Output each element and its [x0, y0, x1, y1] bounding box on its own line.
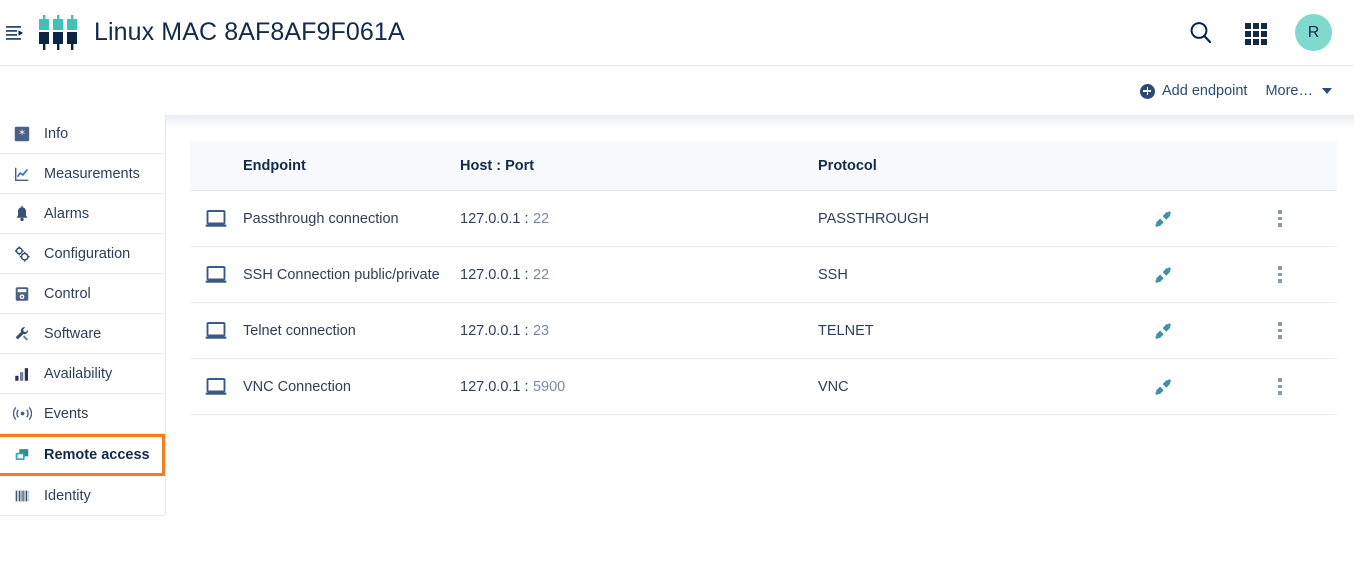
table-header-row: Endpoint Host : Port Protocol	[190, 141, 1337, 191]
more-button[interactable]: More…	[1265, 83, 1332, 99]
laptop-icon	[205, 209, 227, 228]
endpoint-name: Telnet connection	[243, 322, 356, 339]
gears-icon	[12, 244, 32, 264]
port-value: 22	[532, 266, 550, 283]
table-row[interactable]: Telnet connection 127.0.0.1 : 23 TELNET	[190, 303, 1337, 359]
remote-screens-icon	[12, 445, 32, 465]
remote-access-page: Linux MAC 8AF8AF9F061A R Add endpoint Mo…	[0, 0, 1354, 563]
plug-connect-icon[interactable]	[1152, 208, 1174, 230]
sidebar-item-control[interactable]: Control	[0, 274, 165, 314]
port-value: 23	[532, 322, 550, 339]
more-label: More…	[1265, 83, 1313, 99]
info-asterisk-icon: *	[12, 124, 32, 144]
endpoints-table: Endpoint Host : Port Protocol Passthroug…	[190, 141, 1337, 415]
apps-grid-icon[interactable]	[1241, 19, 1269, 47]
endpoint-name: Passthrough connection	[243, 210, 399, 227]
sidebar: * Info Measurements Alarms Configuration…	[0, 114, 166, 516]
sidebar-item-label: Events	[44, 405, 89, 422]
sidebar-item-label: Control	[44, 285, 91, 302]
bar-chart-icon	[12, 364, 32, 384]
sidebar-item-identity[interactable]: Identity	[0, 476, 165, 516]
sidebar-item-events[interactable]: Events	[0, 394, 165, 434]
port-value: 5900	[532, 378, 566, 395]
sidebar-item-measurements[interactable]: Measurements	[0, 154, 165, 194]
column-header-host-port: Host : Port	[460, 157, 535, 174]
host-value: 127.0.0.1 :	[460, 322, 529, 339]
sidebar-item-remote-access[interactable]: Remote access	[0, 434, 165, 476]
laptop-icon	[205, 265, 227, 284]
host-value: 127.0.0.1 :	[460, 210, 529, 227]
sidebar-item-label: Availability	[44, 365, 113, 382]
kebab-menu-icon[interactable]	[1274, 318, 1286, 343]
laptop-icon	[205, 321, 227, 340]
protocol-value: PASSTHROUGH	[818, 210, 929, 227]
column-header-protocol: Protocol	[818, 157, 877, 174]
barcode-icon	[12, 486, 32, 506]
port-value: 22	[532, 210, 550, 227]
plug-connect-icon[interactable]	[1152, 320, 1174, 342]
add-endpoint-label: Add endpoint	[1161, 83, 1248, 99]
sidebar-item-configuration[interactable]: Configuration	[0, 234, 165, 274]
chevron-down-icon	[1322, 88, 1332, 94]
plug-connect-icon[interactable]	[1152, 376, 1174, 398]
avatar-initial: R	[1307, 23, 1320, 41]
app-header: Linux MAC 8AF8AF9F061A R	[0, 0, 1354, 66]
server-rack-logo	[36, 13, 80, 53]
sidebar-item-alarms[interactable]: Alarms	[0, 194, 165, 234]
host-value: 127.0.0.1 :	[460, 378, 529, 395]
bell-icon	[12, 204, 32, 224]
protocol-value: TELNET	[818, 322, 874, 339]
sidebar-item-availability[interactable]: Availability	[0, 354, 165, 394]
page-title: Linux MAC 8AF8AF9F061A	[94, 18, 405, 46]
table-row[interactable]: Passthrough connection 127.0.0.1 : 22 PA…	[190, 191, 1337, 247]
add-endpoint-button[interactable]: Add endpoint	[1139, 83, 1248, 99]
table-row[interactable]: VNC Connection 127.0.0.1 : 5900 VNC	[190, 359, 1337, 415]
sidebar-item-software[interactable]: Software	[0, 314, 165, 354]
line-chart-icon	[12, 164, 32, 184]
kebab-menu-icon[interactable]	[1274, 206, 1286, 231]
protocol-value: VNC	[818, 378, 849, 395]
endpoint-name: SSH Connection public/private	[243, 266, 440, 283]
sidebar-item-label: Info	[44, 125, 69, 142]
kebab-menu-icon[interactable]	[1274, 374, 1286, 399]
sidebar-item-info[interactable]: * Info	[0, 114, 165, 154]
hamburger-menu-icon[interactable]	[4, 22, 26, 44]
laptop-icon	[205, 377, 227, 396]
toolbar-shadow	[0, 115, 1354, 129]
sidebar-item-label: Configuration	[44, 245, 131, 262]
sidebar-item-label: Remote access	[44, 447, 150, 463]
sidebar-item-label: Identity	[44, 487, 91, 504]
wrench-screwdriver-icon	[12, 324, 32, 344]
sidebar-item-label: Software	[44, 325, 102, 342]
control-panel-icon	[12, 284, 32, 304]
plus-circle-icon	[1139, 83, 1155, 99]
broadcast-signal-icon	[12, 404, 32, 424]
endpoint-name: VNC Connection	[243, 378, 351, 395]
host-value: 127.0.0.1 :	[460, 266, 529, 283]
search-icon[interactable]	[1187, 19, 1215, 47]
header-actions: R	[1187, 14, 1354, 51]
column-header-endpoint: Endpoint	[243, 157, 306, 174]
protocol-value: SSH	[818, 266, 848, 283]
table-row[interactable]: SSH Connection public/private 127.0.0.1 …	[190, 247, 1337, 303]
kebab-menu-icon[interactable]	[1274, 262, 1286, 287]
svg-text:*: *	[19, 127, 25, 141]
sidebar-item-label: Measurements	[44, 165, 140, 182]
plug-connect-icon[interactable]	[1152, 264, 1174, 286]
avatar[interactable]: R	[1295, 14, 1332, 51]
sidebar-item-label: Alarms	[44, 205, 90, 222]
page-toolbar: Add endpoint More…	[0, 67, 1354, 115]
